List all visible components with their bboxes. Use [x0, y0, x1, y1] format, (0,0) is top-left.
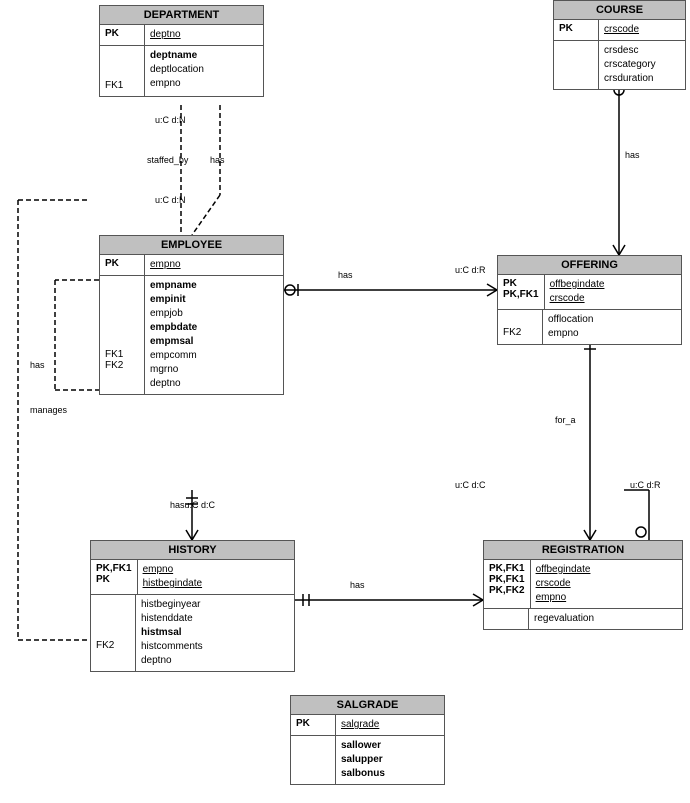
- course-pk-label: PK: [559, 23, 573, 34]
- course-attr-1: crscategory: [604, 58, 656, 72]
- hist-pkfk1-label: PK,FK1: [96, 563, 132, 574]
- emp-attr-7: deptno: [150, 377, 197, 391]
- emp-attr-6: mgrno: [150, 363, 197, 377]
- off-pk-attr-1: crscode: [550, 292, 605, 306]
- label-manages: manages: [30, 405, 67, 415]
- reg-pkfk1-0-label: PK,FK1: [489, 563, 525, 574]
- off-pk-attr-0: offbegindate: [550, 278, 605, 292]
- sal-attr-2: salbonus: [341, 767, 385, 781]
- emp-fk2-label: FK2: [105, 360, 139, 371]
- dept-attr-1: deptlocation: [150, 63, 204, 77]
- entity-course: COURSE PK crscode crsdesc crscategory cr…: [553, 0, 686, 90]
- label-hasu-c-dc: hasu:C d:C: [170, 500, 215, 510]
- entity-salgrade: SALGRADE PK salgrade sallower salupper s…: [290, 695, 445, 785]
- entity-employee-title: EMPLOYEE: [100, 236, 283, 255]
- hist-attr-4: deptno: [141, 654, 203, 668]
- reg-attr-0: regevaluation: [534, 612, 594, 626]
- course-attr-0: crsdesc: [604, 44, 656, 58]
- emp-attr-1: empinit: [150, 293, 197, 307]
- entity-department-title: DEPARTMENT: [100, 6, 263, 25]
- label-uc-dr-off: u:C d:R: [455, 265, 486, 275]
- reg-pk-attr-2: empno: [536, 591, 591, 605]
- entity-history-title: HISTORY: [91, 541, 294, 560]
- off-pkfk1-label: PK,FK1: [503, 289, 539, 300]
- hist-attr-0: histbeginyear: [141, 598, 203, 612]
- entity-offering-title: OFFERING: [498, 256, 681, 275]
- connector-svg: [0, 0, 690, 803]
- hist-attr-1: histenddate: [141, 612, 203, 626]
- label-uc-dn-dept: u:C d:N: [155, 115, 186, 125]
- emp-attr-3: empbdate: [150, 321, 197, 335]
- diagram-container: COURSE PK crscode crsdesc crscategory cr…: [0, 0, 690, 803]
- dept-attr-2: empno: [150, 77, 204, 91]
- entity-history: HISTORY PK,FK1 PK empno histbegindate FK…: [90, 540, 295, 672]
- hist-pk-attr-1: histbegindate: [143, 577, 203, 591]
- reg-pkfk1-1-label: PK,FK1: [489, 574, 525, 585]
- label-has-emp-off: has: [338, 270, 398, 280]
- label-has-left: has: [30, 360, 45, 370]
- emp-pk-attr: empno: [150, 258, 181, 272]
- emp-attr-2: empjob: [150, 307, 197, 321]
- label-uc-dn-emp: u:C d:N: [155, 195, 186, 205]
- entity-course-title: COURSE: [554, 1, 685, 20]
- emp-attr-0: empname: [150, 279, 197, 293]
- entity-registration-title: REGISTRATION: [484, 541, 682, 560]
- off-attr-0: offlocation: [548, 313, 593, 327]
- label-uc-dr-reg: u:C d:R: [630, 480, 661, 490]
- off-attr-1: empno: [548, 327, 593, 341]
- label-has-hist: has: [350, 580, 365, 590]
- course-attr-2: crsduration: [604, 72, 656, 86]
- sal-attr-0: sallower: [341, 739, 385, 753]
- label-has-course: has: [625, 150, 640, 160]
- off-fk2-label: FK2: [503, 327, 537, 338]
- emp-attr-4: empmsal: [150, 335, 197, 349]
- emp-attr-5: empcomm: [150, 349, 197, 363]
- emp-pk-label: PK: [105, 258, 119, 269]
- entity-registration: REGISTRATION PK,FK1 PK,FK1 PK,FK2 offbeg…: [483, 540, 683, 630]
- entity-offering: OFFERING PK PK,FK1 offbegindate crscode …: [497, 255, 682, 345]
- dept-attr-0: deptname: [150, 49, 204, 63]
- hist-pk-label: PK: [96, 574, 132, 585]
- hist-attr-2: histmsal: [141, 626, 203, 640]
- sal-attr-1: salupper: [341, 753, 385, 767]
- dept-pk-attr: deptno: [150, 28, 181, 42]
- reg-pkfk2-label: PK,FK2: [489, 585, 525, 596]
- hist-pk-attr-0: empno: [143, 563, 203, 577]
- sal-pk-attr: salgrade: [341, 718, 379, 732]
- label-uc-dc-reg: u:C d:C: [455, 480, 486, 490]
- entity-salgrade-title: SALGRADE: [291, 696, 444, 715]
- entity-employee: EMPLOYEE PK empno FK1 FK2 empname empini…: [99, 235, 284, 395]
- entity-department: DEPARTMENT PK deptno FK1 deptname deptlo…: [99, 5, 264, 97]
- label-for-a: for_a: [555, 415, 576, 425]
- label-has-dept: has: [210, 155, 225, 165]
- emp-fk1-label: FK1: [105, 349, 139, 360]
- sal-pk-label: PK: [296, 718, 310, 729]
- off-pk-label: PK: [503, 278, 517, 289]
- hist-attr-3: histcomments: [141, 640, 203, 654]
- reg-pk-attr-1: crscode: [536, 577, 591, 591]
- hist-fk2-label: FK2: [96, 640, 130, 651]
- dept-fk-label: FK1: [105, 79, 139, 93]
- reg-pk-attr-0: offbegindate: [536, 563, 591, 577]
- label-staffed-by: staffed_by: [147, 155, 188, 165]
- course-pk-attr: crscode: [604, 23, 639, 37]
- dept-pk-label: PK: [105, 28, 119, 39]
